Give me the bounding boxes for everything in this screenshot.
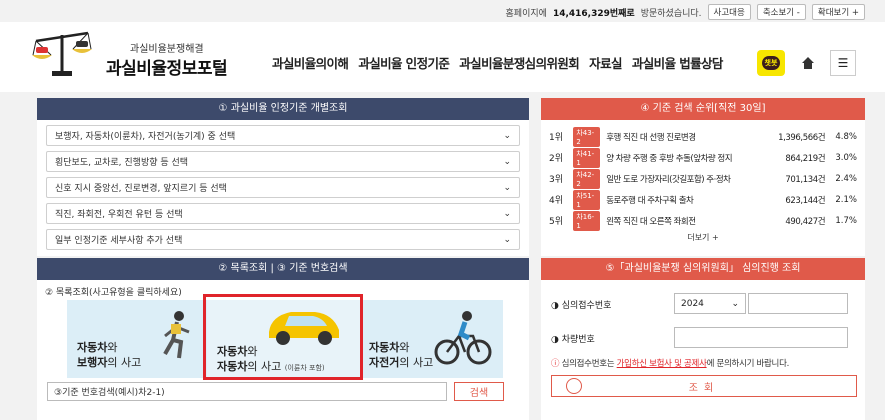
committee-lookup-panel: ⑤「과실비율분쟁 심의위원회」 심의진행 조회 ◑ 심의접수번호 2024 ⌄ ◑… — [541, 258, 865, 420]
rank-no: 4위 — [549, 196, 564, 206]
search-icon — [566, 378, 582, 394]
home-icon[interactable] — [795, 50, 821, 76]
rank-row[interactable]: 2위 차41-1 양 차량 주행 중 후방 추돌(앞차량 정지 864,219건… — [541, 147, 865, 168]
select-detail-value: 일부 인정기준 세부사항 추가 선택 — [55, 236, 183, 246]
runner-icon — [163, 311, 190, 359]
chevron-down-icon: ⌄ — [503, 156, 511, 167]
list-search-title: ② 목록조회 | ③ 기준 번호검색 — [37, 258, 529, 280]
chevron-down-icon: ⌄ — [503, 234, 511, 245]
chatbot-button[interactable]: 챗봇 — [757, 50, 785, 76]
rank-count: 623,144건 — [785, 195, 826, 206]
search-placeholder: ③기준 번호검색(예시)차2-1) — [54, 388, 165, 398]
rank-row[interactable]: 1위 차43-2 후행 직진 대 선행 진로변경 1,396,566건 4.8% — [541, 126, 865, 147]
rank-title: 왼쪽 직진 대 오른쪽 좌회전 — [606, 216, 696, 227]
rank-title: 후행 직진 대 선행 진로변경 — [606, 132, 696, 143]
rank-pct: 3.0% — [835, 152, 857, 163]
rank-no: 5위 — [549, 217, 564, 227]
rank-row[interactable]: 5위 차16-1 왼쪽 직진 대 오른쪽 좌회전 490,427건 1.7% — [541, 210, 865, 231]
rank-row[interactable]: 3위 차42-2 일반 도로 가장자리(갓길포함) 주·정차 701,134건 … — [541, 168, 865, 189]
select-location-value: 횡단보도, 교차로, 진행방향 등 선택 — [55, 158, 189, 168]
rank-count: 701,134건 — [785, 174, 826, 185]
rank-title: 일반 도로 가장자리(갓길포함) 주·정차 — [606, 174, 731, 185]
search-button[interactable]: 검색 — [454, 382, 504, 401]
rank-no: 3위 — [549, 175, 564, 185]
year-select[interactable]: 2024 ⌄ — [674, 293, 746, 314]
selected-card-highlight — [203, 294, 363, 380]
rank-pct: 4.8% — [835, 131, 857, 142]
car-number-input[interactable] — [674, 327, 848, 348]
rank-tag: 차16-1 — [573, 210, 601, 231]
select-direction-value: 직진, 좌회전, 우회전 유턴 등 선택 — [55, 210, 183, 220]
utility-bar: 홈페이지에 14,416,329번째로 방문하셨습니다. 사고대응 축소보기 -… — [506, 4, 865, 20]
rank-no: 1위 — [549, 133, 564, 143]
scales-logo-icon[interactable] — [30, 25, 94, 81]
select-party-value: 보행자, 자동차(이륜차), 자전거(농기계) 중 선택 — [55, 132, 236, 142]
chevron-down-icon: ⌄ — [503, 208, 511, 219]
insurer-link[interactable]: 가입하신 보험사 및 공제사 — [617, 359, 707, 369]
nav-item-legal-consult[interactable]: 과실비율 법률상담 — [632, 53, 724, 72]
car-number-label: ◑ 차량번호 — [551, 335, 595, 345]
select-detail[interactable]: 일부 인정기준 세부사항 추가 선택 ⌄ — [46, 229, 520, 250]
nav-item-committee[interactable]: 과실비율분쟁심의위원회 — [459, 53, 580, 72]
search-ranking-title: ④ 기준 검색 순위[직전 30일] — [541, 98, 865, 120]
select-direction[interactable]: 직진, 좌회전, 우회전 유턴 등 선택 ⌄ — [46, 203, 520, 224]
zoom-out-button[interactable]: 축소보기 - — [756, 4, 806, 20]
info-icon: ⓘ — [551, 359, 560, 369]
card-car-bicycle[interactable]: 자동차와 자전거의 사고 — [363, 300, 503, 378]
case-number-input[interactable] — [748, 293, 848, 314]
hamburger-menu-icon[interactable]: ☰ — [830, 50, 856, 76]
criteria-number-search-input[interactable]: ③기준 번호검색(예시)차2-1) — [47, 382, 447, 401]
chatbot-label: 챗봇 — [761, 56, 781, 70]
criteria-select-panel: ① 과실비율 인정기준 개별조회 보행자, 자동차(이륜차), 자전거(농기계)… — [37, 98, 529, 256]
case-number-label: ◑ 심의접수번호 — [551, 301, 612, 311]
visit-prefix: 홈페이지에 — [505, 8, 547, 19]
rank-pct: 1.7% — [835, 215, 857, 226]
search-ranking-panel: ④ 기준 검색 순위[직전 30일] 1위 차43-2 후행 직진 대 선행 진… — [541, 98, 865, 256]
lookup-label: 조회 — [688, 382, 720, 394]
rank-tag: 차42-2 — [573, 168, 601, 189]
committee-lookup-title: ⑤「과실비율분쟁 심의위원회」 심의진행 조회 — [541, 258, 865, 280]
nav-item-criteria[interactable]: 과실비율 인정기준 — [358, 53, 450, 72]
rank-tag: 차41-1 — [573, 147, 601, 168]
rank-tag: 차43-2 — [573, 126, 601, 147]
zoom-in-button[interactable]: 확대보기 + — [811, 4, 865, 20]
visit-count: 14,416,329번째로 — [552, 8, 635, 19]
criteria-select-title: ① 과실비율 인정기준 개별조회 — [37, 98, 529, 120]
rank-count: 490,427건 — [785, 216, 826, 227]
chevron-down-icon: ⌄ — [731, 298, 739, 309]
list-label: ② 목록조회(사고유형을 클릭하세요) — [45, 288, 182, 298]
cyclist-icon — [434, 311, 492, 365]
notice-text: ⓘ 심의접수번호는 가입하신 보험사 및 공제사에 문의하시기 바랍니다. — [551, 359, 790, 369]
select-party[interactable]: 보행자, 자동차(이륜차), 자전거(농기계) 중 선택 ⌄ — [46, 125, 520, 146]
logo-subtitle: 과실비율분쟁해결 — [130, 44, 204, 55]
main-nav: 과실비율의이해 과실비율 인정기준 과실비율분쟁심의위원회 자료실 과실비율 법… — [272, 53, 723, 72]
nav-item-understanding[interactable]: 과실비율의이해 — [272, 53, 349, 72]
card-car-pedestrian-text: 자동차와 보행자의 사고 — [77, 341, 142, 369]
visit-suffix: 방문하셨습니다. — [640, 8, 702, 19]
chevron-down-icon: ⌄ — [503, 130, 511, 141]
logo-title[interactable]: 과실비율정보포털 — [106, 54, 228, 79]
card-car-bicycle-text: 자동차와 자전거의 사고 — [369, 341, 434, 369]
lookup-button[interactable]: 조회 — [551, 375, 857, 397]
rank-count: 1,396,566건 — [778, 132, 826, 143]
accident-response-button[interactable]: 사고대응 — [707, 4, 751, 20]
chevron-down-icon: ⌄ — [503, 182, 511, 193]
rank-no: 2위 — [549, 154, 564, 164]
site-header: 과실비율분쟁해결 과실비율정보포털 과실비율의이해 과실비율 인정기준 과실비율… — [0, 22, 885, 92]
select-signal[interactable]: 신호 지시 중앙선, 진로변경, 앞지르기 등 선택 ⌄ — [46, 177, 520, 198]
select-location[interactable]: 횡단보도, 교차로, 진행방향 등 선택 ⌄ — [46, 151, 520, 172]
year-value: 2024 — [681, 298, 704, 309]
rank-title: 양 차량 주행 중 후방 추돌(앞차량 정지 — [606, 153, 733, 164]
select-signal-value: 신호 지시 중앙선, 진로변경, 앞지르기 등 선택 — [55, 184, 227, 194]
more-link[interactable]: 더보기 + — [541, 232, 865, 243]
list-search-panel: ② 목록조회 | ③ 기준 번호검색 ② 목록조회(사고유형을 클릭하세요) 자… — [37, 258, 529, 420]
rank-pct: 2.1% — [835, 194, 857, 205]
rank-row[interactable]: 4위 차51-1 동로주행 대 주차구획 출차 623,144건 2.1% — [541, 189, 865, 210]
rank-pct: 2.4% — [835, 173, 857, 184]
nav-item-library[interactable]: 자료실 — [589, 53, 622, 72]
rank-title: 동로주행 대 주차구획 출차 — [606, 195, 694, 206]
rank-tag: 차51-1 — [573, 189, 601, 210]
rank-count: 864,219건 — [785, 153, 826, 164]
card-car-pedestrian[interactable]: 자동차와 보행자의 사고 — [67, 300, 207, 378]
